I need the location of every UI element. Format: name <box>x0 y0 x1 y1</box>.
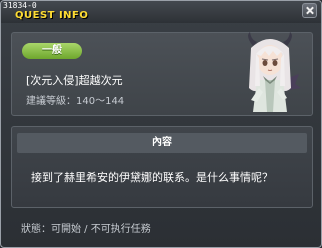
content-text: 接到了赫里希安的伊黛娜的联系。是什么事情呢？ <box>31 171 273 184</box>
status-label: 狀態： <box>21 224 51 235</box>
recommended-level: 建議等級：140～144 <box>26 92 124 107</box>
quest-id: 31834-0 <box>3 1 37 10</box>
title-bar[interactable]: 31834-0 QUEST INFO <box>1 1 321 23</box>
content-header: 內容 <box>17 133 307 153</box>
quest-name: [次元入侵]超越次元 <box>26 74 123 87</box>
npc-portrait-icon <box>248 32 301 112</box>
quest-info-window: 31834-0 QUEST INFO 一般 [次元入侵]超越次元 建議等級：14… <box>0 0 322 248</box>
window-title: QUEST INFO <box>15 10 89 21</box>
level-label: 建議等級： <box>26 96 76 107</box>
level-range: 140～144 <box>76 96 125 107</box>
quest-content-panel: 內容 接到了赫里希安的伊黛娜的联系。是什么事情呢？ <box>11 126 313 208</box>
status-value: 可開始 / 不可执行任務 <box>51 224 151 235</box>
quest-status: 狀態：可開始 / 不可执行任務 <box>21 220 151 235</box>
close-button[interactable] <box>302 3 317 18</box>
quest-type-badge: 一般 <box>22 43 82 59</box>
